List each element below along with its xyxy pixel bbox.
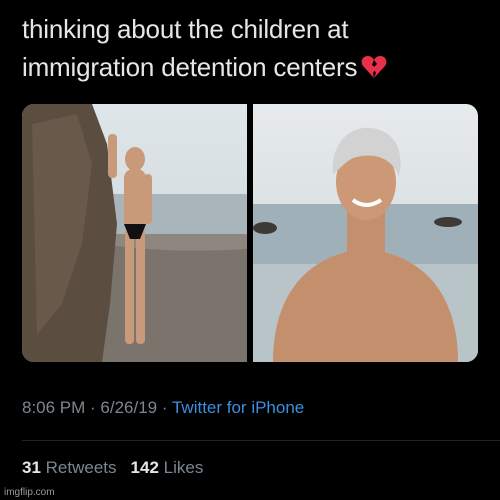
tweet-stats: 31 Retweets 142 Likes — [22, 458, 203, 478]
tweet-time[interactable]: 8:06 PM — [22, 398, 85, 417]
tweet-text: thinking about the children at immigrati… — [22, 10, 482, 89]
retweets-stat[interactable]: 31 Retweets — [22, 458, 117, 477]
tweet-text-line-2-content: immigration detention centers — [22, 52, 358, 82]
beach-photo-rock — [22, 104, 247, 362]
likes-stat[interactable]: 142 Likes — [131, 458, 204, 477]
tweet-date[interactable]: 6/26/19 — [100, 398, 157, 417]
tweet-media — [22, 104, 478, 362]
tweet-text-line-1: thinking about the children at — [22, 14, 349, 44]
tweet-text-line-2: immigration detention centers — [22, 48, 482, 89]
retweets-label: Retweets — [45, 458, 117, 477]
tweet-meta: 8:06 PM · 6/26/19 · Twitter for iPhone — [22, 398, 304, 418]
photo-right[interactable] — [253, 104, 478, 362]
likes-label: Likes — [163, 458, 204, 477]
meta-separator: · — [157, 398, 172, 417]
divider — [22, 440, 500, 441]
likes-count: 142 — [130, 458, 159, 477]
tweet-source-link[interactable]: Twitter for iPhone — [172, 398, 304, 417]
photo-left[interactable] — [22, 104, 247, 362]
beach-photo-closeup — [253, 104, 478, 362]
watermark: imgflip.com — [4, 487, 55, 498]
broken-heart-icon — [361, 51, 387, 89]
retweets-count: 31 — [22, 458, 41, 477]
meta-separator: · — [85, 398, 101, 417]
